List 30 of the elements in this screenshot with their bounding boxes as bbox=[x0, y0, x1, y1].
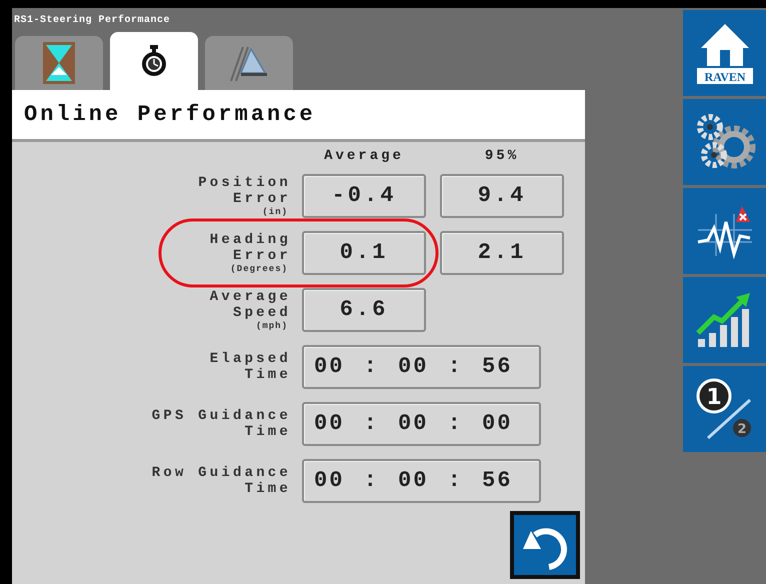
tab[interactable] bbox=[110, 32, 198, 90]
time-field: 00 : 00 : 56 bbox=[302, 458, 541, 502]
value-field: 2.1 bbox=[440, 230, 564, 274]
sidebar-button[interactable] bbox=[683, 99, 766, 185]
value-field: 0.1 bbox=[302, 230, 426, 274]
row-label: Average Speed bbox=[210, 288, 291, 320]
hourglass-icon bbox=[42, 41, 76, 85]
sidebar-button[interactable] bbox=[683, 277, 766, 363]
stopwatch-icon bbox=[139, 44, 169, 78]
column-header: Average bbox=[323, 148, 405, 164]
value-field: 6.6 bbox=[302, 288, 426, 332]
back-button[interactable] bbox=[510, 511, 580, 579]
row-label: Heading Error bbox=[210, 232, 291, 264]
row-label: Elapsed Time bbox=[210, 350, 291, 382]
time-field: 00 : 00 : 56 bbox=[302, 344, 541, 388]
column-header: 95% bbox=[484, 148, 520, 164]
row-label: Row Guidance Time bbox=[152, 464, 291, 496]
value-field: 9.4 bbox=[440, 174, 564, 218]
sidebar-button[interactable]: 1 2 bbox=[683, 366, 766, 452]
sidebar-button[interactable]: RAVEN bbox=[683, 10, 766, 96]
window-title: RS1-Steering Performance bbox=[13, 14, 172, 28]
unit-label: (in) bbox=[262, 206, 288, 216]
unit-label: (mph) bbox=[256, 320, 288, 330]
sidebar-button[interactable] bbox=[683, 188, 766, 274]
time-field: 00 : 00 : 00 bbox=[302, 402, 541, 446]
unit-label: (Degrees) bbox=[230, 264, 288, 274]
row-label: GPS Guidance Time bbox=[152, 408, 291, 440]
row-label: Position Error bbox=[198, 174, 291, 206]
page-title: Online Performance bbox=[24, 102, 316, 127]
value-field: -0.4 bbox=[302, 174, 426, 218]
